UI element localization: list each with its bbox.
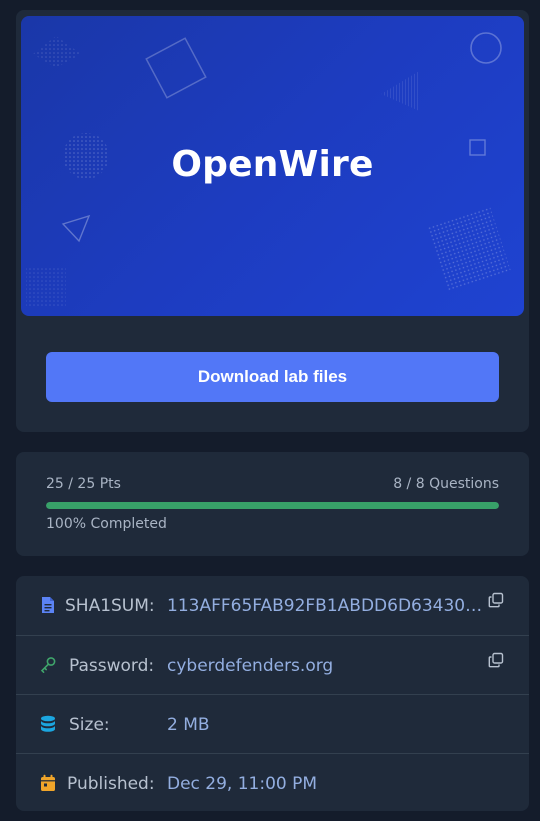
completion-status: 100% Completed bbox=[46, 516, 167, 532]
size-value: 2 MB bbox=[167, 715, 210, 735]
database-icon bbox=[41, 715, 55, 732]
file-icon bbox=[42, 597, 54, 613]
detail-row-password: Password: cyberdefenders.org bbox=[16, 635, 529, 694]
lab-banner: OpenWire bbox=[21, 16, 524, 316]
copy-sha1sum-icon[interactable] bbox=[488, 592, 504, 608]
download-lab-files-button[interactable]: Download lab files bbox=[46, 352, 499, 402]
progress-fill bbox=[46, 502, 499, 509]
size-label: Size: bbox=[69, 715, 110, 735]
points-count: 25 / 25 Pts bbox=[46, 476, 121, 492]
detail-row-size: Size: 2 MB bbox=[16, 694, 529, 753]
key-icon bbox=[40, 657, 56, 673]
sha1sum-value: 113AFF65FAB92FB1ABDD6D634300… bbox=[167, 596, 485, 616]
password-value: cyberdefenders.org bbox=[167, 656, 334, 676]
copy-password-icon[interactable] bbox=[488, 652, 504, 668]
password-label: Password: bbox=[69, 656, 155, 676]
published-label: Published: bbox=[67, 774, 155, 794]
calendar-icon bbox=[41, 774, 55, 791]
sha1sum-label: SHA1SUM: bbox=[65, 596, 155, 616]
progress-card: 25 / 25 Pts 8 / 8 Questions 100% Complet… bbox=[16, 452, 529, 556]
questions-count: 8 / 8 Questions bbox=[393, 476, 499, 492]
detail-row-sha1sum: SHA1SUM: 113AFF65FAB92FB1ABDD6D634300… bbox=[16, 576, 529, 635]
lab-details-card: SHA1SUM: 113AFF65FAB92FB1ABDD6D634300… P… bbox=[16, 576, 529, 811]
lab-title: OpenWire bbox=[171, 144, 374, 185]
detail-row-published: Published: Dec 29, 11:00 PM bbox=[16, 753, 529, 812]
lab-card: OpenWire Download lab files bbox=[16, 10, 529, 432]
progress-bar bbox=[46, 502, 499, 509]
published-value: Dec 29, 11:00 PM bbox=[167, 774, 318, 794]
